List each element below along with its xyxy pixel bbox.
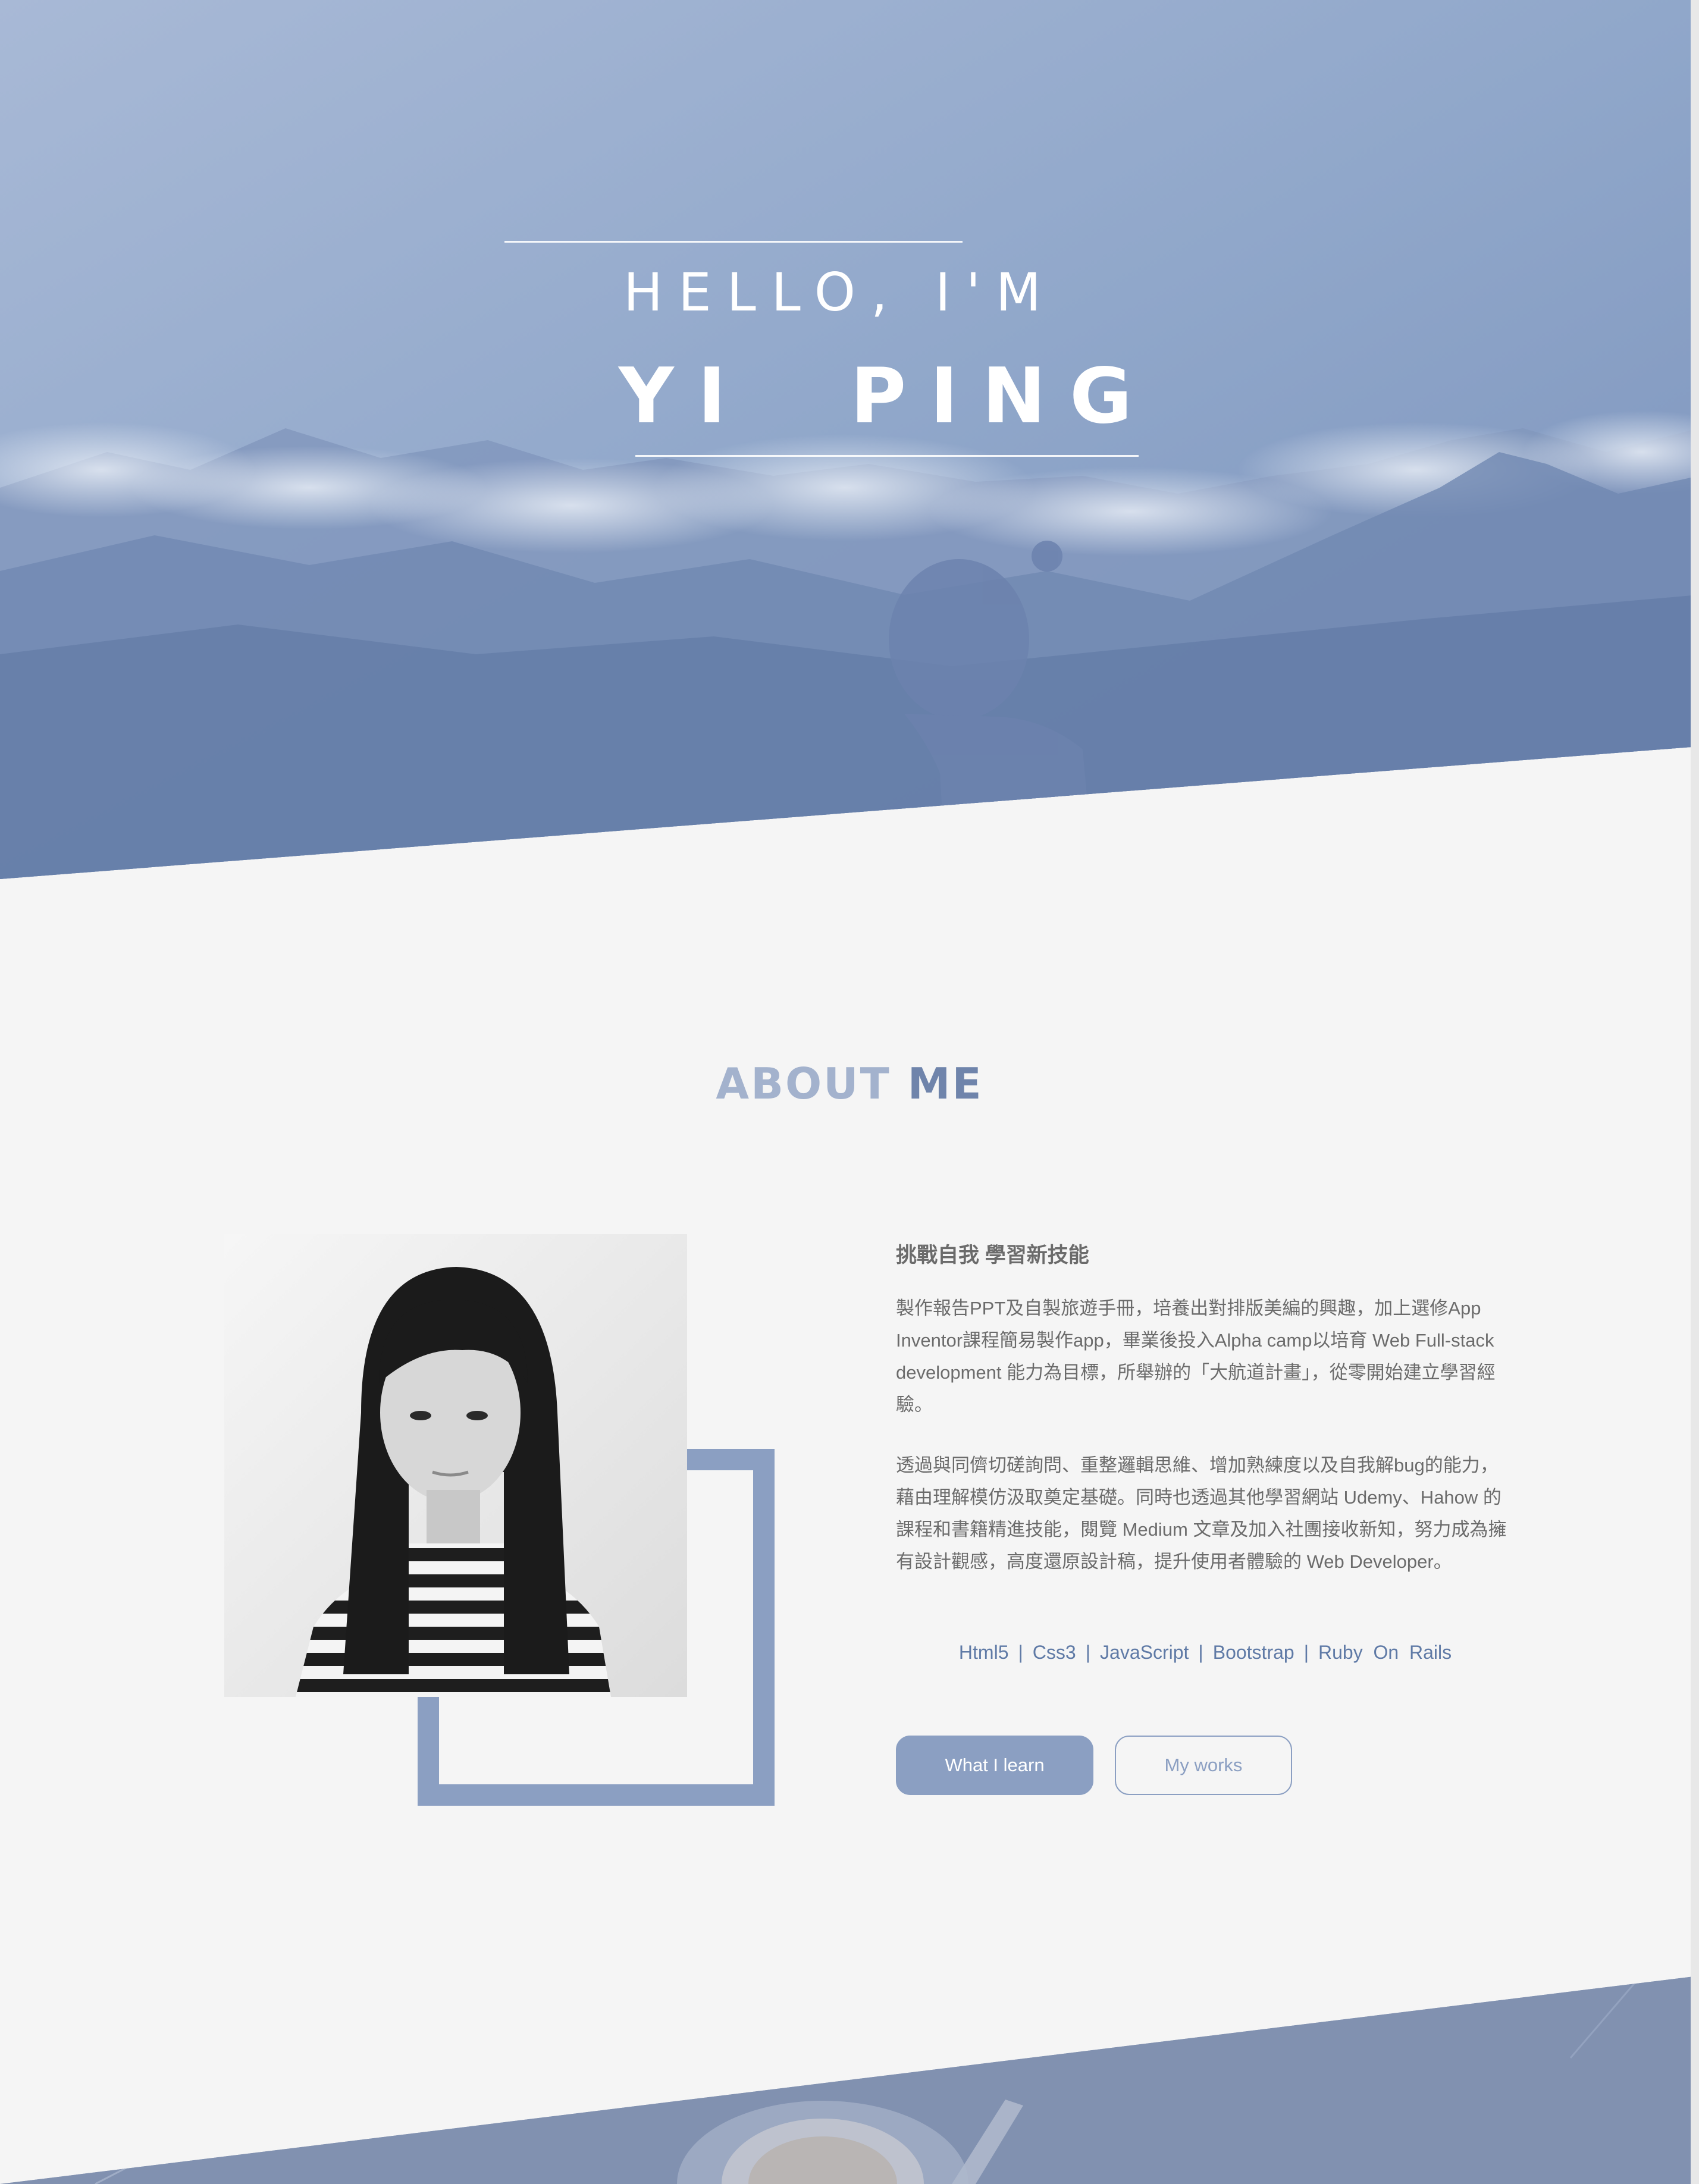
about-title-part2: ME — [891, 1059, 983, 1109]
coffee-cup-photo — [0, 1976, 1699, 2184]
skill-separator: | — [1303, 1642, 1309, 1663]
skill-bootstrap: Bootstrap — [1212, 1642, 1294, 1663]
hero-name: YI PING — [619, 352, 1156, 441]
my-works-button[interactable]: My works — [1115, 1736, 1292, 1795]
skills-list: Html5 | Css3 | JavaScript | Bootstrap | Ruby On … — [896, 1642, 1515, 1664]
about-paragraph-2: 透過與同儕切磋詢問、重整邏輯思維、增加熟練度以及自我解bug的能力，藉由理解模仿… — [896, 1455, 1507, 1572]
hero-greeting: HELLO, I'M — [623, 262, 1057, 323]
what-i-learn-button[interactable]: What I learn — [896, 1736, 1093, 1795]
bottom-section — [0, 1976, 1699, 2184]
skill-css3: Css3 — [1032, 1642, 1076, 1663]
about-title-part1: ABOUT — [716, 1059, 891, 1109]
skill-javascript: JavaScript — [1100, 1642, 1189, 1663]
portrait-photo — [224, 1234, 687, 1697]
page-scrollbar[interactable] — [1691, 0, 1699, 2184]
skill-separator: | — [1198, 1642, 1203, 1663]
hero-section: HELLO, I'M YI PING — [0, 0, 1699, 879]
skill-separator: | — [1018, 1642, 1023, 1663]
skill-html5: Html5 — [958, 1642, 1009, 1663]
about-paragraph-1: 製作報告PPT及自製旅遊手冊，培養出對排版美編的興趣，加上選修App Inven… — [896, 1298, 1496, 1415]
hero-divider-bottom — [635, 455, 1139, 457]
about-title: ABOUT ME — [0, 1059, 1699, 1109]
about-heading: 挑戰自我 學習新技能 — [896, 1244, 1089, 1267]
hero-divider-top — [504, 241, 963, 243]
skill-ruby-on-rails: Ruby On Rails — [1318, 1642, 1452, 1663]
skill-separator: | — [1085, 1642, 1091, 1663]
